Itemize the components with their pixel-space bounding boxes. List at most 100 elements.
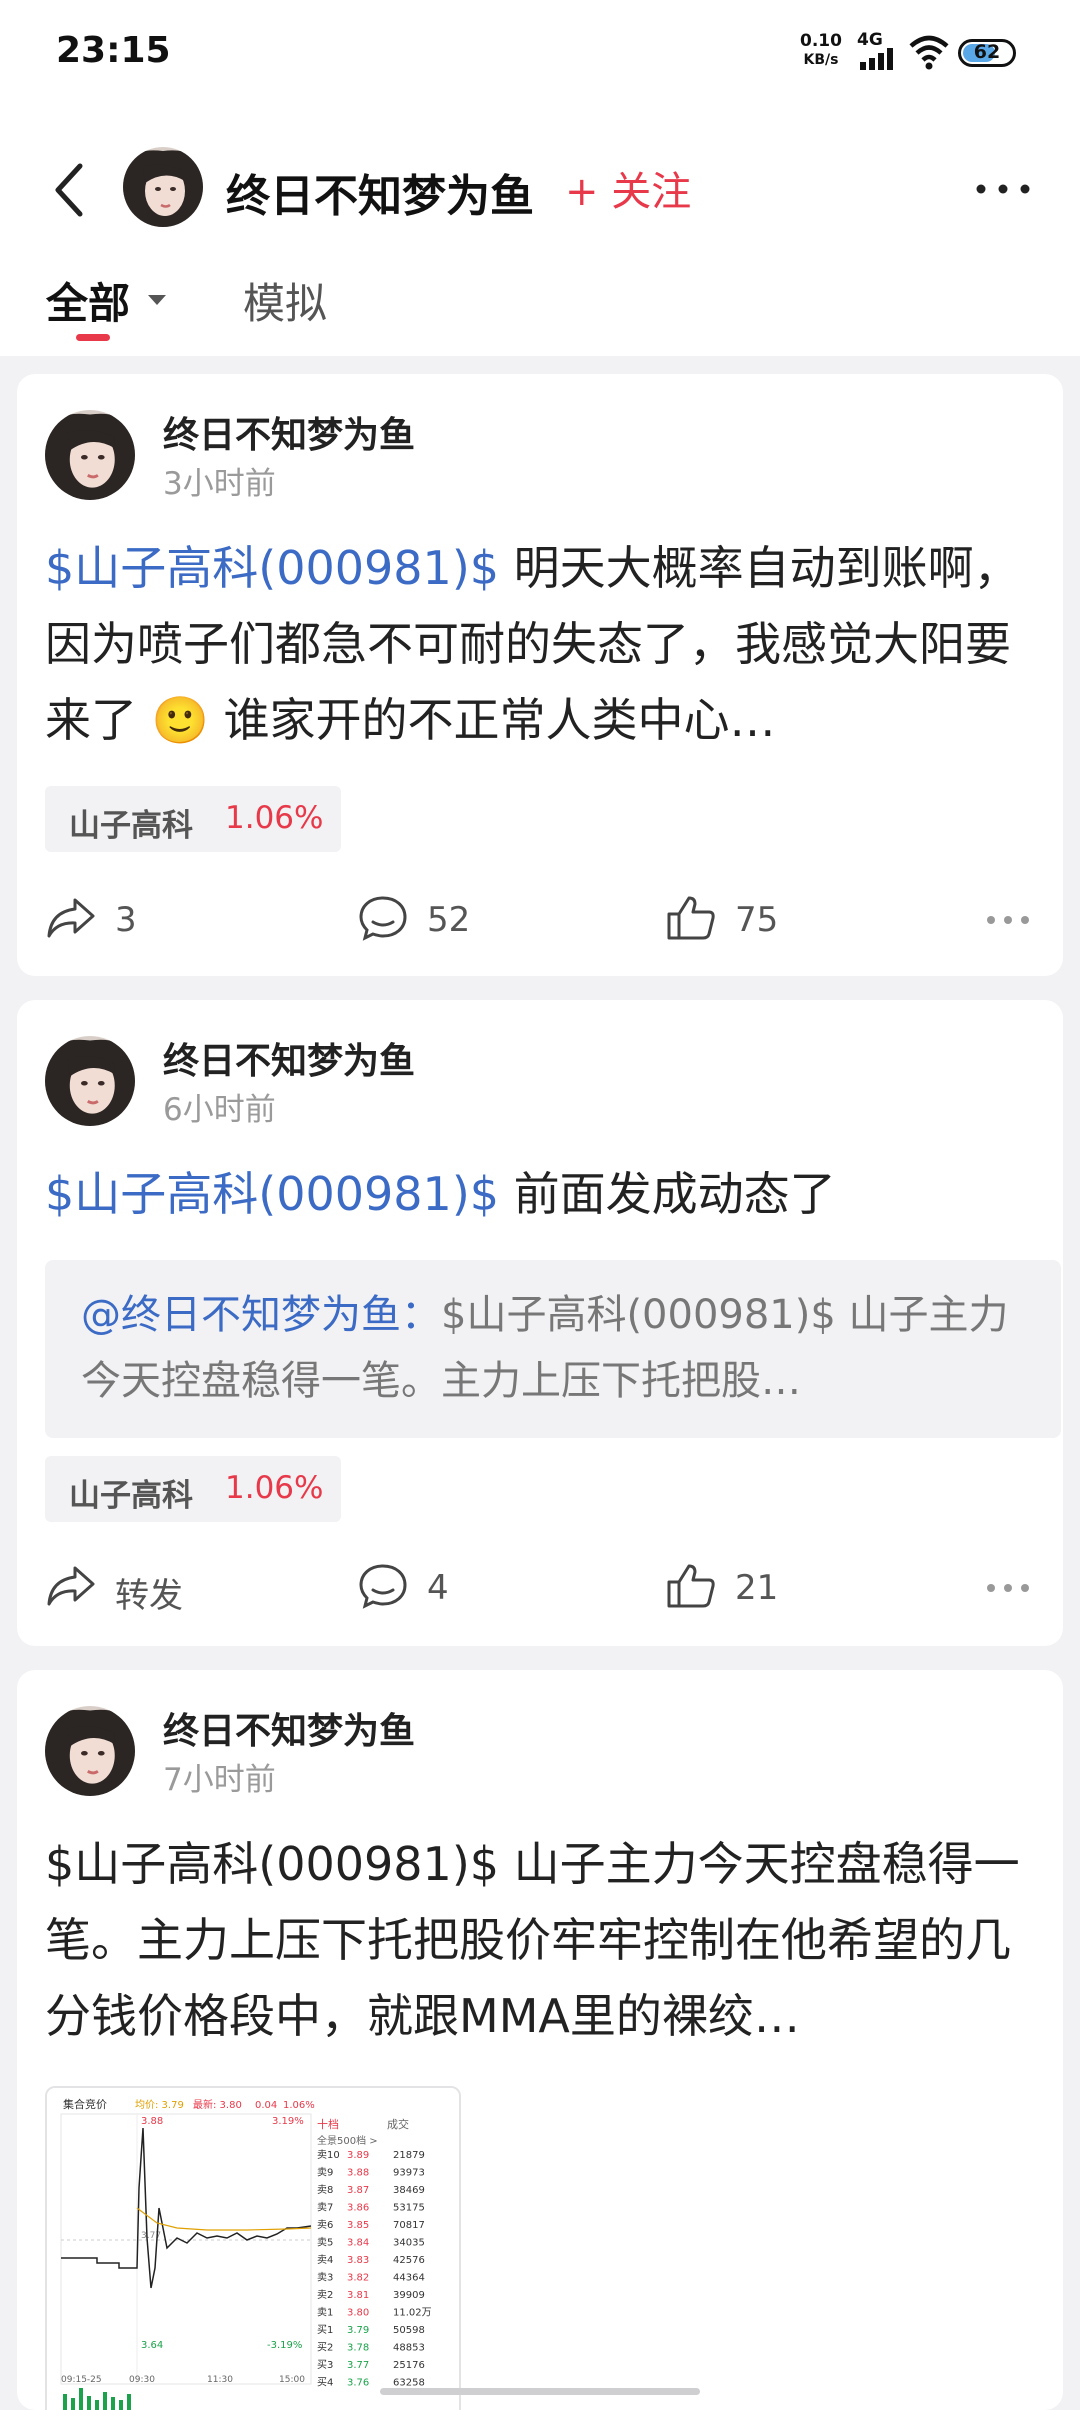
comment-count: 4 xyxy=(427,1568,449,1608)
order-book-price: 3.80 xyxy=(347,2308,369,2319)
order-book-label: 卖2 xyxy=(317,2289,333,2301)
post-card[interactable]: 终日不知梦为鱼 6小时前 $山子高科(000981)$ 前面发成动态了 @终日不… xyxy=(17,1000,1063,1646)
more-icon[interactable] xyxy=(975,183,1031,195)
profile-name: 终日不知梦为鱼 xyxy=(226,171,534,222)
order-book-vol: 42576 xyxy=(393,2255,425,2266)
order-book-vol: 34035 xyxy=(393,2238,425,2249)
avatar[interactable] xyxy=(123,147,203,227)
order-book-label: 卖3 xyxy=(317,2272,333,2284)
thumbs-up-icon xyxy=(667,896,715,940)
post-author[interactable]: 终日不知梦为鱼 xyxy=(163,1702,415,1754)
avatar-image xyxy=(45,1706,135,1796)
avatar-image xyxy=(123,147,203,227)
back-arrow-icon[interactable] xyxy=(50,160,90,220)
post-author[interactable]: 终日不知梦为鱼 xyxy=(163,1032,415,1084)
net-speed-value: 0.10 xyxy=(800,31,842,51)
img-low: 3.64 xyxy=(141,2340,163,2351)
stock-link[interactable]: $山子高科(000981)$ xyxy=(45,1167,499,1221)
follow-button[interactable]: + 关注 xyxy=(565,159,691,217)
stock-tag[interactable]: 山子高科 1.06% xyxy=(45,786,341,852)
order-book-vol: 48853 xyxy=(393,2343,425,2354)
share-icon xyxy=(47,898,95,938)
order-book-label: 卖4 xyxy=(317,2254,333,2266)
network-type: 4G xyxy=(857,30,883,50)
stock-link[interactable]: $山子高科(000981)$ xyxy=(45,541,499,595)
order-book-price: 3.83 xyxy=(347,2255,369,2266)
top-area: 23:15 0.10 KB/s 4G 62 终日不知梦为鱼 + 关注 全部 模拟 xyxy=(0,0,1080,356)
order-book-label: 卖5 xyxy=(317,2237,333,2249)
battery-level: 62 xyxy=(973,41,1001,63)
order-book-price: 3.81 xyxy=(347,2290,369,2301)
img-change: 0.04 xyxy=(255,2100,277,2111)
tab-active-indicator xyxy=(76,334,110,341)
img-time-0: 09:15-25 xyxy=(61,2375,102,2385)
tab-simulated[interactable]: 模拟 xyxy=(243,270,327,331)
smile-emoji: 🙂 xyxy=(151,693,209,747)
img-time-3: 15:00 xyxy=(279,2375,305,2385)
img-low-pct: -3.19% xyxy=(267,2340,302,2351)
net-speed: 0.10 KB/s xyxy=(800,32,842,70)
img-title: 集合竞价 xyxy=(63,2097,107,2111)
order-book-vol: 44364 xyxy=(393,2273,425,2284)
stock-tag[interactable]: 山子高科 1.06% xyxy=(45,1456,341,1522)
avatar[interactable] xyxy=(45,1036,135,1126)
order-book-vol: 93973 xyxy=(393,2168,425,2179)
stock-chart-screenshot: 集合竞价 均价: 3.79 最新: 3.80 0.04 1.06% 3.88 3… xyxy=(47,2088,459,2410)
stock-tag-change: 1.06% xyxy=(225,1470,324,1506)
post-text[interactable]: $山子高科(000981)$ 前面发成动态了 xyxy=(45,1156,1031,1232)
wifi-icon xyxy=(909,35,949,70)
share-icon xyxy=(47,1566,95,1606)
order-book-label: 买2 xyxy=(317,2342,333,2354)
like-count: 75 xyxy=(735,900,779,940)
quote-mention[interactable]: @终日不知梦为鱼： xyxy=(81,1292,441,1338)
avatar[interactable] xyxy=(45,1706,135,1796)
post-body: 前面发成动态了 xyxy=(499,1167,836,1221)
post-actions: 转发 4 21 xyxy=(17,1552,1063,1622)
status-time: 23:15 xyxy=(56,30,171,71)
post-more-icon[interactable] xyxy=(985,1582,1031,1594)
order-book-label: 卖9 xyxy=(317,2167,333,2179)
order-book-vol: 53175 xyxy=(393,2203,425,2214)
quoted-post[interactable]: @终日不知梦为鱼：$山子高科(000981)$ 山子主力今天控盘稳得一笔。主力上… xyxy=(45,1260,1061,1438)
share-label: 转发 xyxy=(115,1576,183,1616)
tab-all[interactable]: 全部 xyxy=(46,270,130,331)
order-book-price: 3.88 xyxy=(347,2168,369,2179)
post-card[interactable]: 终日不知梦为鱼 3小时前 $山子高科(000981)$ 明天大概率自动到账啊，因… xyxy=(17,374,1063,976)
order-book-price: 3.85 xyxy=(347,2220,369,2231)
profile-header: 终日不知梦为鱼 + 关注 xyxy=(0,130,1080,240)
order-book-price: 3.82 xyxy=(347,2273,369,2284)
order-book-vol: 70817 xyxy=(393,2220,425,2231)
img-panel-all: 全景500档 > xyxy=(317,2134,378,2147)
post-text[interactable]: $山子高科(000981)$ 山子主力今天控盘稳得一笔。主力上压下托把股价牢牢控… xyxy=(45,1826,1031,2054)
comment-count: 52 xyxy=(427,900,471,940)
post-time: 6小时前 xyxy=(163,1092,276,1128)
comment-icon xyxy=(359,1564,407,1609)
post-card[interactable]: 终日不知梦为鱼 7小时前 $山子高科(000981)$ 山子主力今天控盘稳得一笔… xyxy=(17,1670,1063,2410)
img-time-1: 09:30 xyxy=(129,2375,155,2385)
net-speed-unit: KB/s xyxy=(803,52,839,68)
post-text[interactable]: $山子高科(000981)$ 明天大概率自动到账啊，因为喷子们都急不可耐的失态了… xyxy=(45,530,1031,758)
avatar-image xyxy=(45,410,135,500)
stock-tag-name: 山子高科 xyxy=(69,1478,193,1514)
order-book-label: 卖7 xyxy=(317,2202,333,2214)
img-time-2: 11:30 xyxy=(207,2375,233,2385)
order-book-vol: 38469 xyxy=(393,2185,425,2196)
post-time: 3小时前 xyxy=(163,466,276,502)
order-book-label: 卖1 xyxy=(317,2307,333,2319)
stock-tag-change: 1.06% xyxy=(225,800,324,836)
order-book-label: 卖8 xyxy=(317,2184,333,2196)
stock-tag-name: 山子高科 xyxy=(69,808,193,844)
post-body-tail: 谁家开的不正常人类中心… xyxy=(223,693,776,747)
order-book-label: 卖6 xyxy=(317,2219,333,2231)
img-panel-tab2: 成交 xyxy=(387,2117,409,2131)
order-book-vol: 21879 xyxy=(393,2150,425,2161)
post-author[interactable]: 终日不知梦为鱼 xyxy=(163,406,415,458)
post-image-thumbnail[interactable]: 集合竞价 均价: 3.79 最新: 3.80 0.04 1.06% 3.88 3… xyxy=(45,2086,461,2410)
avatar[interactable] xyxy=(45,410,135,500)
battery-icon: 62 xyxy=(958,39,1016,67)
order-book-price: 3.89 xyxy=(347,2150,369,2161)
chevron-down-icon[interactable] xyxy=(148,295,166,305)
post-more-icon[interactable] xyxy=(985,914,1031,926)
thumbs-up-icon xyxy=(667,1564,715,1608)
home-indicator[interactable] xyxy=(380,2388,700,2395)
